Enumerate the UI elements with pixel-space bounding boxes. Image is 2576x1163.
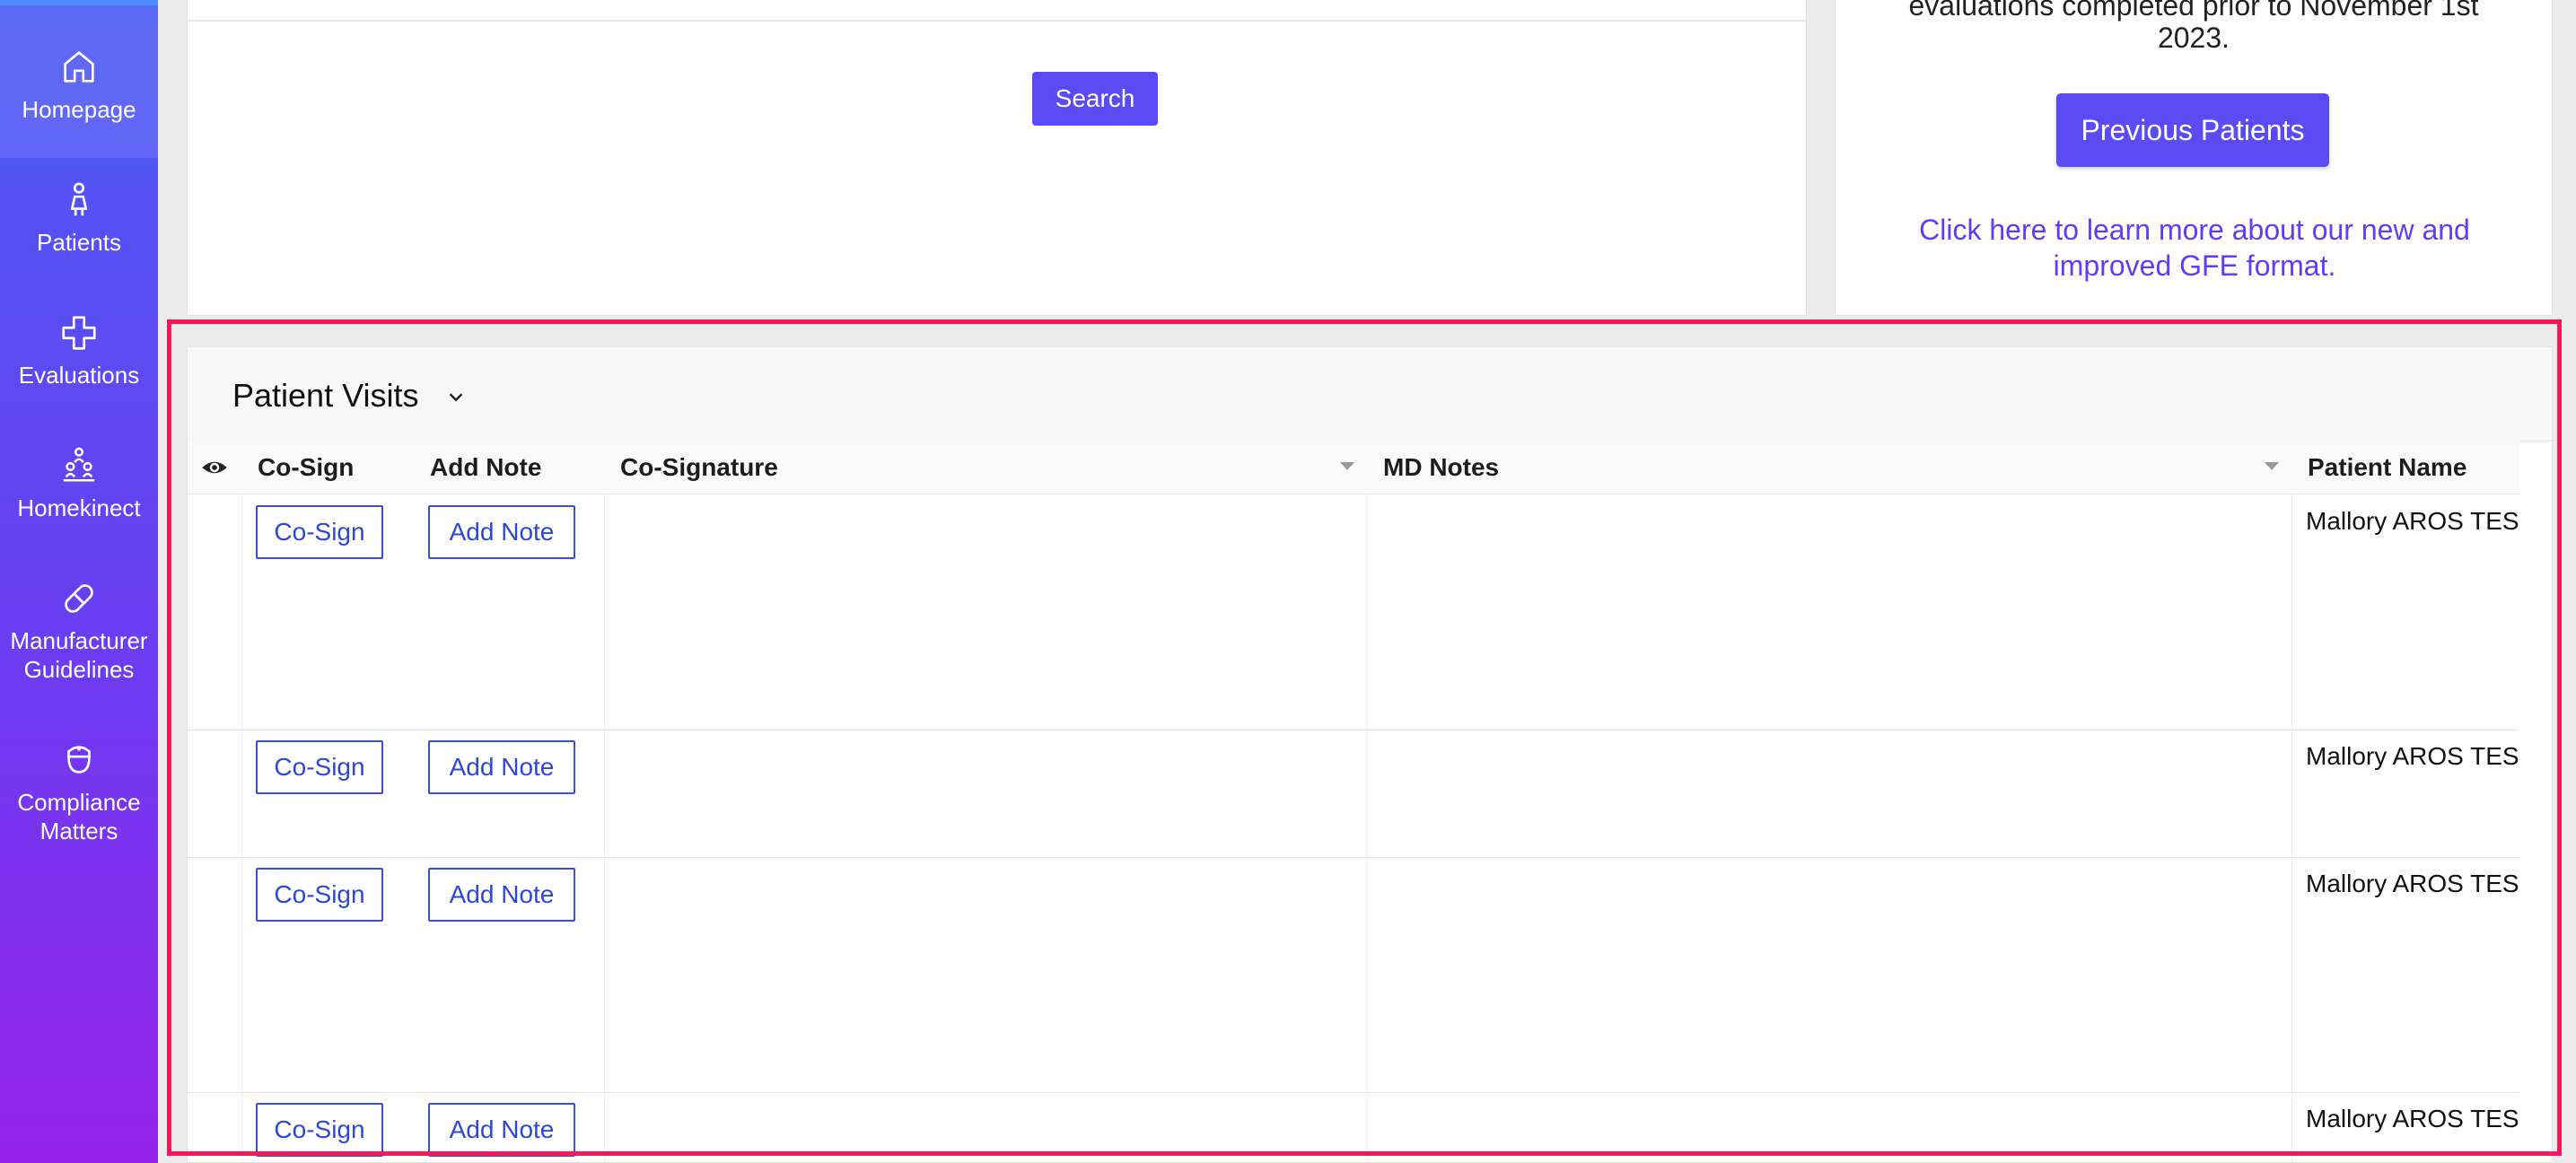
column-header-label: Co-Signature <box>620 453 778 481</box>
sidebar-item-homekinect[interactable]: Homekinect <box>0 445 158 522</box>
card-divider <box>188 20 1806 22</box>
patient-name-cell: Mallory AROS TEST <box>2306 742 2519 770</box>
sidebar-item-label: Homekinect <box>17 494 141 521</box>
previous-patients-card: evaluations completed prior to November … <box>1835 0 2553 316</box>
table-row: Co-Sign Add Note Mallory AROS TEST <box>188 857 2519 1093</box>
column-menu-caret-icon[interactable] <box>2265 462 2279 470</box>
patient-visits-title: Patient Visits <box>232 377 419 414</box>
column-header-md-notes[interactable]: MD Notes <box>1367 441 2291 494</box>
patient-name-cell: Mallory AROS TEST <box>2306 1105 2519 1132</box>
add-note-button[interactable]: Add Note <box>428 868 575 922</box>
search-card: Search <box>187 0 1807 316</box>
sidebar-item-label: Homepage <box>22 96 136 123</box>
table-row: Co-Sign Add Note Mallory AROS TEST <box>188 494 2519 730</box>
column-header-add-note[interactable]: Add Note <box>414 441 604 494</box>
medical-cross-icon <box>62 316 96 350</box>
search-button[interactable]: Search <box>1032 72 1158 126</box>
group-icon <box>63 447 95 482</box>
home-icon <box>64 51 94 83</box>
column-header-label: MD Notes <box>1383 453 1500 481</box>
evaluations-notice: evaluations completed prior to November … <box>1836 0 2552 54</box>
learn-more-link[interactable]: Click here to learn more about our new a… <box>1871 212 2518 284</box>
column-menu-caret-icon[interactable] <box>1340 462 1354 470</box>
add-note-button[interactable]: Add Note <box>428 1103 575 1157</box>
patient-visits-panel: Patient Visits Co-Sign Add Note Co-Signa… <box>187 346 2553 1163</box>
column-header-co-signature[interactable]: Co-Signature <box>604 441 1367 494</box>
sidebar-item-patients[interactable]: Patients <box>0 179 158 257</box>
evaluations-notice-line: evaluations completed prior to November … <box>1908 0 2479 22</box>
patient-icon <box>70 182 88 216</box>
add-note-button[interactable]: Add Note <box>428 740 575 794</box>
sidebar-nav: Homepage Patients Evaluations Homekinect… <box>0 0 158 1163</box>
evaluations-notice-year: 2023. <box>2157 22 2230 54</box>
chevron-down-icon[interactable] <box>446 387 466 407</box>
pill-icon <box>65 584 93 613</box>
visibility-column-header[interactable] <box>188 441 241 494</box>
sidebar-item-label: Patients <box>37 229 121 256</box>
patient-name-cell: Mallory AROS TEST <box>2306 870 2519 897</box>
sidebar-item-homepage[interactable]: Homepage <box>0 0 158 158</box>
patient-name-cell: Mallory AROS TEST <box>2306 507 2519 535</box>
sidebar-item-label: Compliance Matters <box>17 789 141 844</box>
co-sign-button[interactable]: Co-Sign <box>256 1103 383 1157</box>
nurse-icon <box>67 746 91 774</box>
co-sign-button[interactable]: Co-Sign <box>256 740 383 794</box>
eye-icon[interactable] <box>201 454 228 481</box>
table-row: Co-Sign Add Note Mallory AROS TEST <box>188 1092 2519 1162</box>
co-sign-button[interactable]: Co-Sign <box>256 868 383 922</box>
sidebar-item-label: Evaluations <box>18 362 140 389</box>
previous-patients-button[interactable]: Previous Patients <box>2056 93 2329 167</box>
sidebar-item-evaluations[interactable]: Evaluations <box>0 312 158 389</box>
table-row: Co-Sign Add Note Mallory AROS TEST <box>188 730 2519 858</box>
column-header-co-sign[interactable]: Co-Sign <box>241 441 414 494</box>
patient-visits-header[interactable]: Patient Visits <box>188 347 2552 442</box>
sidebar-item-label: Manufacturer Guidelines <box>10 627 148 683</box>
co-sign-button[interactable]: Co-Sign <box>256 505 383 559</box>
sidebar-item-compliance-matters[interactable]: Compliance Matters <box>0 739 158 845</box>
column-header-patient-name[interactable]: Patient Name <box>2291 441 2519 494</box>
sidebar-item-manufacturer-guidelines[interactable]: Manufacturer Guidelines <box>0 578 158 684</box>
add-note-button[interactable]: Add Note <box>428 505 575 559</box>
